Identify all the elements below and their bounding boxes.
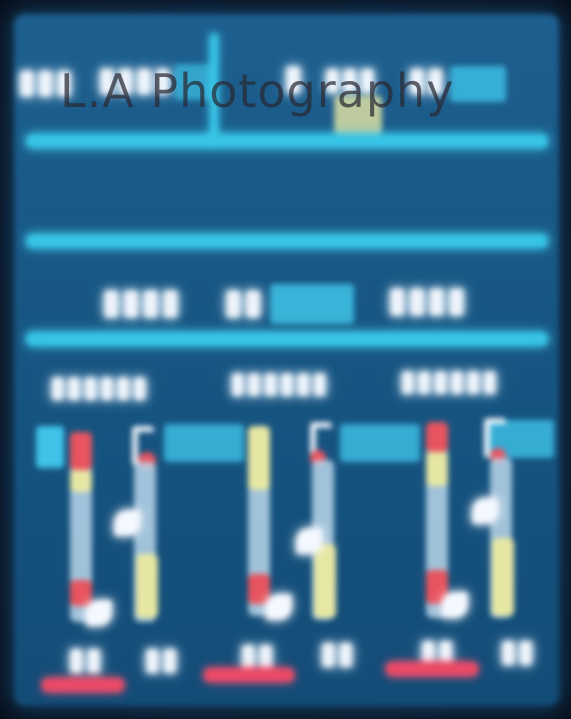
- channel-2-fader-fill: [314, 544, 336, 618]
- mid-readout-right: ▮▮▮▮: [388, 280, 467, 320]
- channel-label-2: ▮▮▮▮▮▮: [230, 366, 329, 399]
- separator-bar-3: [26, 332, 548, 346]
- channel-1-knob[interactable]: [86, 600, 112, 626]
- watermark: L.A Photography: [60, 64, 455, 118]
- channel-3-fader-knob[interactable]: [472, 498, 498, 524]
- channel-2-meter-yellow: [248, 426, 270, 490]
- channel-label-1: ▮▮▮▮▮▮: [50, 370, 149, 403]
- separator-bar-1: [26, 134, 548, 148]
- channel-1-value-left: ▮▮: [68, 642, 104, 677]
- channel-3-meter-red: [426, 422, 448, 452]
- channel-2-value-right: ▮▮: [320, 636, 356, 671]
- channel-2-meter-low: [248, 574, 270, 604]
- mid-readout-left: ▮▮▮▮: [102, 282, 181, 322]
- channel-3-indicator: [386, 662, 478, 676]
- channel-2-knob[interactable]: [266, 594, 292, 620]
- photo: ▮▮▮ ▮▮▮▮ ▮ ▮▮▮ ▮▮ ▮▮▮▮ ▮▮ ▮▮▮▮ ▮▮▮▮▮▮ ▮▮…: [0, 0, 571, 719]
- channel-2-indicator: [204, 668, 294, 682]
- channel-2-tag-right: [340, 424, 420, 462]
- channel-1-fader-fill: [136, 554, 158, 618]
- channel-3-meter-yellow: [426, 452, 448, 486]
- top-readout-5-highlight: [450, 66, 506, 102]
- channel-1-tag-right: [164, 424, 244, 462]
- mid-readout-center: ▮▮: [224, 282, 264, 322]
- channel-3-value-right: ▮▮: [500, 634, 536, 669]
- channel-1-indicator: [42, 678, 124, 692]
- channel-1-meter-yellow: [70, 470, 92, 492]
- channel-label-3: ▮▮▮▮▮▮: [400, 364, 499, 397]
- channel-1-value-right: ▮▮: [144, 642, 180, 677]
- mid-readout-center-highlight: [270, 284, 354, 324]
- channel-1-meter-red: [70, 432, 92, 470]
- channel-2-fader-knob[interactable]: [296, 528, 322, 554]
- channel-1-fader-knob[interactable]: [114, 510, 140, 536]
- channel-3-knob[interactable]: [442, 592, 468, 618]
- channel-3-fader-fill: [492, 538, 514, 616]
- separator-bar-2: [26, 234, 548, 248]
- channel-1-tag: [36, 426, 64, 468]
- channel-1-meter-low: [70, 580, 92, 606]
